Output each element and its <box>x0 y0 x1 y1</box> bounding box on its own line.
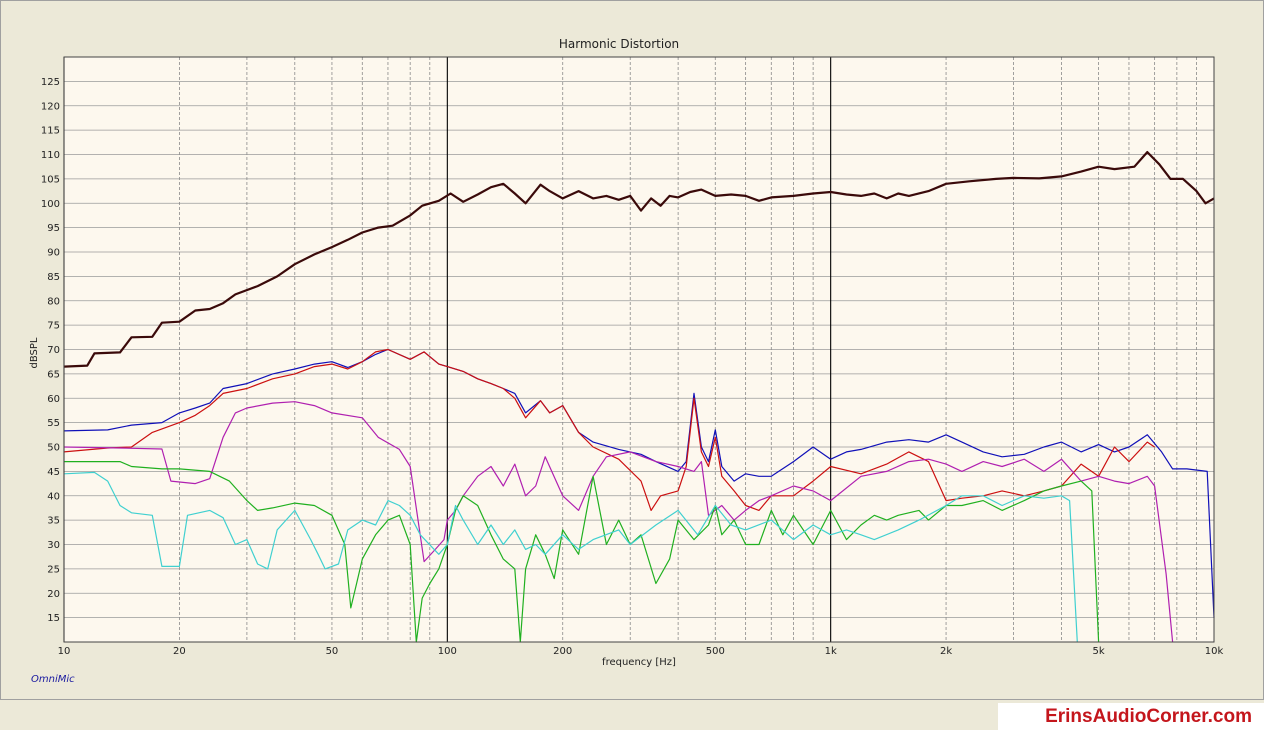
y-tick-label: 120 <box>41 101 60 112</box>
y-tick-label: 50 <box>47 443 60 454</box>
y-tick-label: 55 <box>47 418 60 429</box>
app-label: OmniMic <box>31 674 75 685</box>
chart-title: Harmonic Distortion <box>559 37 679 51</box>
watermark-box: ErinsAudioCorner.com <box>998 703 1264 730</box>
x-tick-label: 10k <box>1205 646 1224 657</box>
y-tick-label: 110 <box>41 150 60 161</box>
y-tick-label: 15 <box>47 613 60 624</box>
x-axis-label: frequency [Hz] <box>602 657 676 668</box>
y-tick-label: 75 <box>47 321 60 332</box>
watermark-text: ErinsAudioCorner.com <box>1045 706 1252 727</box>
chart-panel: Harmonic Distortion 15 20 25 30 35 40 45 50 55 60… <box>0 0 1264 700</box>
y-tick-label: 65 <box>47 369 60 380</box>
y-tick-label: 90 <box>47 248 60 259</box>
x-tick-label: 5k <box>1093 646 1105 657</box>
y-tick-label: 40 <box>47 491 60 502</box>
y-tick-label: 105 <box>41 174 60 185</box>
y-tick-label: 80 <box>47 296 60 307</box>
x-tick-label: 500 <box>706 646 725 657</box>
y-tick-label: 30 <box>47 540 60 551</box>
y-tick-label: 125 <box>41 77 60 88</box>
x-tick-label: 20 <box>173 646 186 657</box>
y-tick-label: 45 <box>47 467 60 478</box>
y-tick-label: 35 <box>47 516 60 527</box>
x-tick-label: 50 <box>326 646 339 657</box>
y-tick-label: 115 <box>41 126 60 137</box>
y-tick-label: 70 <box>47 345 60 356</box>
x-tick-label: 2k <box>940 646 952 657</box>
x-tick-label: 1k <box>825 646 837 657</box>
y-tick-label: 100 <box>41 199 60 210</box>
y-tick-label: 20 <box>47 589 60 600</box>
harmonic-distortion-chart: Harmonic Distortion 15 20 25 30 35 40 45 50 55 60… <box>29 37 1224 668</box>
y-tick-label: 25 <box>47 564 60 575</box>
x-tick-label: 200 <box>553 646 572 657</box>
y-tick-label: 60 <box>47 394 60 405</box>
y-axis-label: dBSPL <box>29 337 40 368</box>
y-tick-label: 85 <box>47 272 60 283</box>
x-tick-label: 10 <box>58 646 71 657</box>
y-tick-label: 95 <box>47 223 60 234</box>
x-tick-label: 100 <box>438 646 457 657</box>
